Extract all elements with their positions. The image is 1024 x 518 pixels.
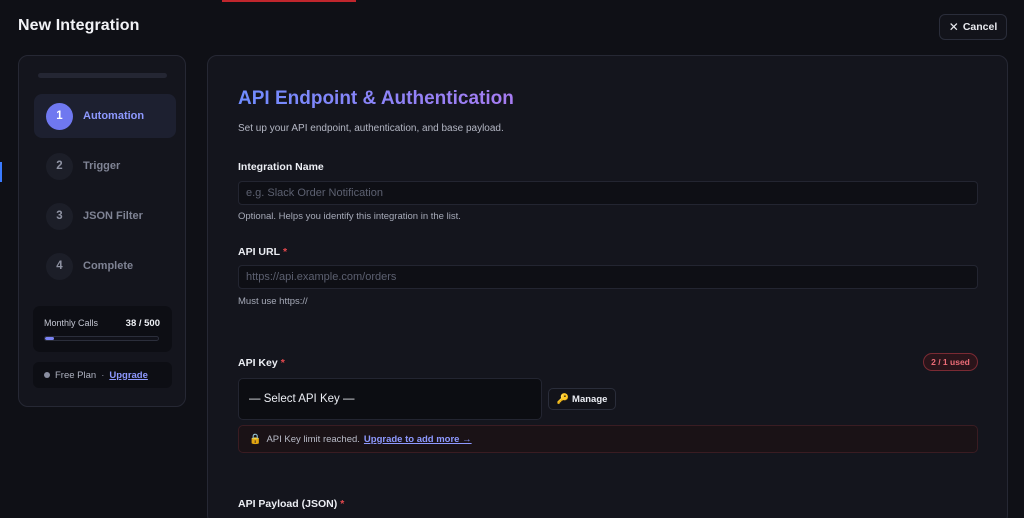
plan-row: Free Plan · Upgrade bbox=[33, 362, 172, 388]
plan-dot-icon bbox=[44, 372, 50, 378]
step-label: JSON Filter bbox=[83, 210, 143, 222]
step-complete[interactable]: 4 Complete bbox=[34, 244, 176, 288]
step-json-filter[interactable]: 3 JSON Filter bbox=[34, 194, 176, 238]
lock-icon: 🔒 bbox=[249, 433, 262, 445]
top-accent-bar bbox=[222, 0, 356, 2]
step-number: 1 bbox=[46, 102, 73, 130]
api-url-label: API URL * bbox=[238, 246, 287, 258]
step-number: 4 bbox=[46, 252, 73, 280]
api-key-usage-badge: 2 / 1 used bbox=[923, 353, 978, 371]
api-key-limit-alert: 🔒 API Key limit reached. Upgrade to add … bbox=[238, 425, 978, 453]
section-subtitle: Set up your API endpoint, authentication… bbox=[238, 123, 504, 134]
step-number: 2 bbox=[46, 152, 73, 180]
api-key-select[interactable]: — Select API Key — bbox=[238, 378, 542, 420]
alert-text: API Key limit reached. bbox=[266, 433, 360, 445]
integration-name-hint: Optional. Helps you identify this integr… bbox=[238, 211, 461, 222]
steps-sidebar: 1 Automation 2 Trigger 3 JSON Filter 4 C… bbox=[18, 55, 186, 407]
api-key-label-text: API Key bbox=[238, 357, 278, 369]
manage-api-keys-button[interactable]: 🔑 Manage bbox=[548, 388, 616, 410]
page-title: New Integration bbox=[18, 17, 140, 34]
required-mark: * bbox=[283, 246, 288, 258]
step-label: Trigger bbox=[83, 160, 121, 172]
usage-card: Monthly Calls 38 / 500 bbox=[33, 306, 172, 352]
required-mark: * bbox=[280, 357, 285, 369]
api-url-input[interactable] bbox=[238, 265, 978, 289]
usage-progress-fill bbox=[45, 337, 54, 340]
api-url-label-text: API URL bbox=[238, 246, 280, 258]
required-mark: * bbox=[340, 498, 345, 510]
wizard-progress-track bbox=[38, 73, 167, 78]
close-icon: ✕ bbox=[948, 20, 959, 34]
step-automation[interactable]: 1 Automation bbox=[34, 94, 176, 138]
integration-name-label: Integration Name bbox=[238, 161, 324, 173]
api-payload-label-text: API Payload (JSON) bbox=[238, 498, 338, 510]
usage-progress-track bbox=[44, 336, 159, 341]
step-label: Complete bbox=[83, 260, 134, 272]
cancel-button[interactable]: ✕ Cancel bbox=[939, 14, 1007, 40]
api-payload-label: API Payload (JSON) * bbox=[238, 498, 344, 510]
api-key-label: API Key * bbox=[238, 357, 285, 369]
api-url-hint: Must use https:// bbox=[238, 296, 308, 307]
app-window: New Integration ✕ Cancel 1 Automation 2 … bbox=[0, 0, 1024, 518]
plan-separator: · bbox=[101, 369, 105, 381]
manage-label: Manage bbox=[572, 393, 608, 405]
cancel-label: Cancel bbox=[962, 21, 998, 33]
edge-indicator bbox=[0, 162, 2, 182]
plan-name: Free Plan bbox=[55, 369, 97, 381]
step-number: 3 bbox=[46, 202, 73, 230]
section-title: API Endpoint & Authentication bbox=[238, 88, 514, 109]
step-trigger[interactable]: 2 Trigger bbox=[34, 144, 176, 188]
usage-count: 38 / 500 bbox=[125, 318, 160, 329]
key-icon: 🔑 bbox=[556, 393, 570, 405]
upgrade-more-link[interactable]: Upgrade to add more → bbox=[364, 434, 472, 445]
step-label: Automation bbox=[83, 110, 145, 122]
upgrade-link[interactable]: Upgrade bbox=[109, 370, 148, 381]
integration-name-input[interactable] bbox=[238, 181, 978, 205]
main-panel: API Endpoint & Authentication Set up you… bbox=[207, 55, 1008, 518]
usage-label: Monthly Calls bbox=[44, 318, 99, 328]
